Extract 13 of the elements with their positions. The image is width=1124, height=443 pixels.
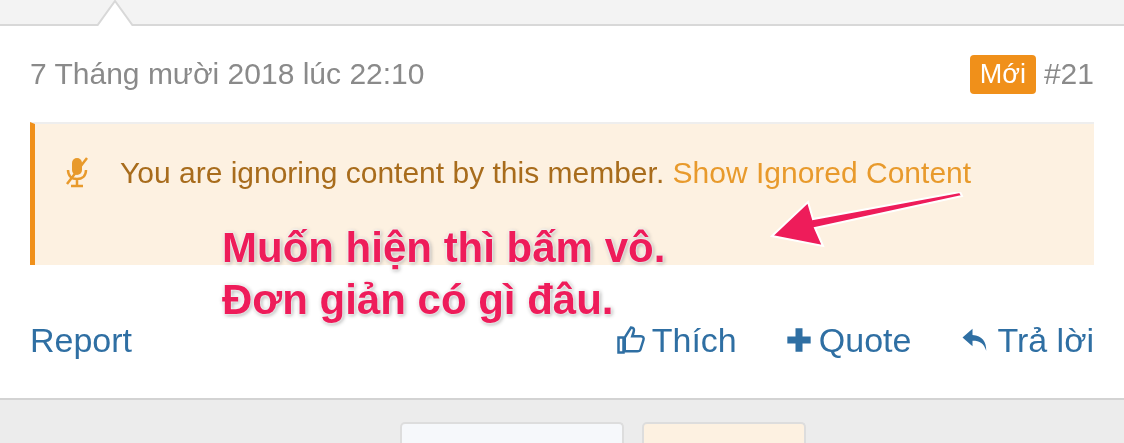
thumbs-up-icon [615,324,646,356]
muted-microphone-icon [65,156,89,188]
post-number[interactable]: #21 [1043,57,1094,91]
post-date: 7 Tháng mười 2018 lúc 22:10 [30,57,425,91]
annotation-text: Đơn giản có gì đâu. [222,275,614,325]
like-link[interactable]: Thích [615,320,737,360]
annotation-text: Muốn hiện thì bấm vô. [222,223,666,273]
reply-link[interactable]: Trả lời [959,320,1094,360]
quote-link[interactable]: Quote [784,320,912,360]
report-link[interactable]: Report [30,320,133,360]
ignored-message: You are ignoring content by this member. [120,156,666,189]
new-badge: Mới [969,54,1036,94]
plus-icon [784,326,813,354]
